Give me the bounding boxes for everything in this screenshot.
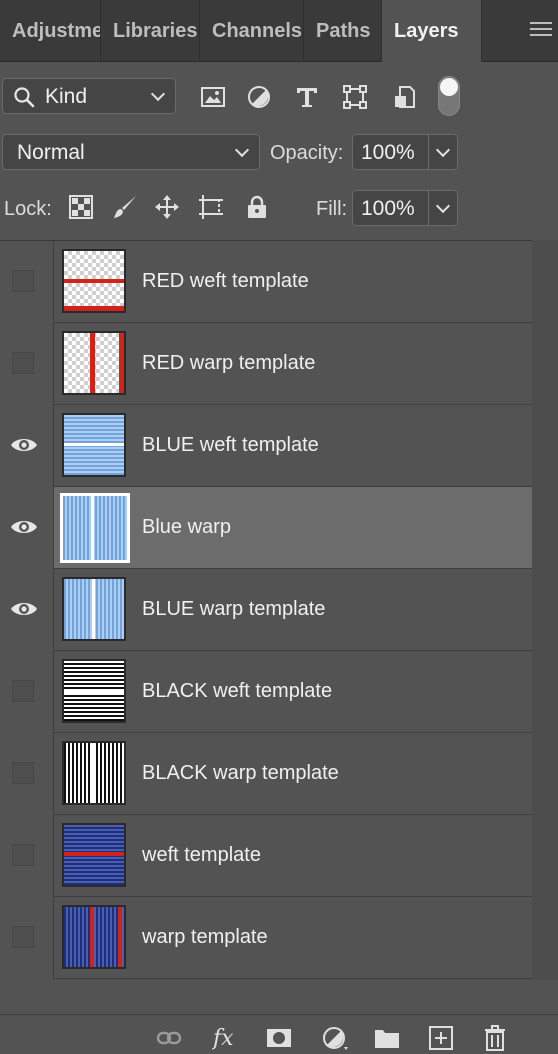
visibility-empty-box xyxy=(12,762,34,784)
lock-label: Lock: xyxy=(4,198,52,220)
layer-name[interactable]: BLACK weft template xyxy=(142,680,332,703)
layer-visibility-toggle[interactable] xyxy=(0,323,54,405)
layer-visibility-toggle[interactable] xyxy=(0,897,54,979)
opacity-input[interactable]: 100% xyxy=(352,134,428,170)
layer-thumbnail[interactable] xyxy=(62,905,126,969)
layers-scrollbar[interactable] xyxy=(532,240,558,980)
search-icon xyxy=(14,87,35,108)
lock-image-pixels-icon[interactable] xyxy=(112,194,138,220)
lock-all-icon[interactable] xyxy=(244,194,270,220)
layer-visibility-toggle[interactable] xyxy=(0,241,54,323)
layer-row[interactable]: BLACK weft template xyxy=(0,651,532,733)
layer-thumbnail[interactable] xyxy=(62,577,126,641)
layer-row[interactable]: RED warp template xyxy=(0,323,532,405)
layer-visibility-toggle[interactable] xyxy=(0,651,54,733)
new-adjustment-layer-icon[interactable] xyxy=(322,1025,348,1051)
tab-adjustments[interactable]: Adjustments xyxy=(0,0,101,62)
layer-row[interactable]: BLACK warp template xyxy=(0,733,532,815)
panel-tab-bar: Adjustments Libraries Channels Paths Lay… xyxy=(0,0,558,62)
layer-name[interactable]: RED warp template xyxy=(142,352,315,375)
layers-list: RED weft template RED warp template BLUE w… xyxy=(0,240,532,980)
layer-thumbnail[interactable] xyxy=(60,493,130,563)
tab-label: Libraries xyxy=(113,20,198,42)
visibility-empty-box xyxy=(12,844,34,866)
adjustment-layer-filter-icon[interactable] xyxy=(246,84,272,110)
layer-visibility-toggle[interactable] xyxy=(0,405,54,487)
filter-toggle-knob xyxy=(440,78,458,96)
tab-paths[interactable]: Paths xyxy=(304,0,382,62)
visibility-empty-box xyxy=(12,270,34,292)
lock-position-icon[interactable] xyxy=(154,194,180,220)
layer-name[interactable]: weft template xyxy=(142,844,261,867)
opacity-label: Opacity: xyxy=(270,142,344,164)
filter-kind-select[interactable]: Kind xyxy=(2,78,176,114)
visibility-empty-box xyxy=(12,680,34,702)
tab-label: Layers xyxy=(394,20,459,42)
layer-thumbnail[interactable] xyxy=(62,249,126,313)
layer-name[interactable]: BLACK warp template xyxy=(142,762,339,785)
tab-layers[interactable]: Layers xyxy=(382,0,482,62)
layer-thumbnail[interactable] xyxy=(62,331,126,395)
visibility-empty-box xyxy=(12,926,34,948)
fill-dropdown[interactable] xyxy=(428,190,458,226)
add-mask-icon[interactable] xyxy=(266,1025,292,1051)
layer-name[interactable]: warp template xyxy=(142,926,268,949)
eye-icon xyxy=(11,439,37,451)
lock-artboard-icon[interactable] xyxy=(198,194,224,220)
layer-visibility-toggle[interactable] xyxy=(0,569,54,651)
layer-row[interactable]: weft template xyxy=(0,815,532,897)
link-layers-icon[interactable] xyxy=(156,1025,182,1051)
blend-mode-label: Normal xyxy=(17,141,85,164)
tab-libraries[interactable]: Libraries xyxy=(101,0,200,62)
layer-name[interactable]: BLUE warp template xyxy=(142,598,325,621)
layer-row[interactable]: BLUE warp template xyxy=(0,569,532,651)
filter-toggle[interactable] xyxy=(438,76,460,116)
layer-thumbnail[interactable] xyxy=(62,741,126,805)
delete-layer-icon[interactable] xyxy=(482,1025,508,1051)
layer-thumbnail[interactable] xyxy=(62,413,126,477)
smart-object-filter-icon[interactable] xyxy=(392,84,418,110)
eye-icon xyxy=(11,603,37,615)
layer-thumbnail[interactable] xyxy=(62,659,126,723)
panel-menu-icon[interactable] xyxy=(530,22,552,40)
eye-icon xyxy=(11,521,37,533)
layer-name[interactable]: RED weft template xyxy=(142,270,309,293)
fill-label: Fill: xyxy=(316,198,348,220)
lock-transparent-pixels-icon[interactable] xyxy=(68,194,94,220)
visibility-empty-box xyxy=(12,352,34,374)
chevron-down-icon xyxy=(435,142,451,158)
filter-kind-label: Kind xyxy=(45,85,88,108)
layer-row[interactable]: warp template xyxy=(0,897,532,979)
shape-layer-filter-icon[interactable] xyxy=(342,84,368,110)
layer-name[interactable]: Blue warp xyxy=(142,516,231,539)
layer-row[interactable]: BLUE weft template xyxy=(0,405,532,487)
layer-thumbnail[interactable] xyxy=(62,823,126,887)
tab-channels[interactable]: Channels xyxy=(200,0,304,62)
layer-row[interactable]: Blue warp xyxy=(0,487,532,569)
layer-visibility-toggle[interactable] xyxy=(0,487,54,569)
svg-text:fx: fx xyxy=(212,1026,234,1051)
chevron-down-icon xyxy=(150,86,166,102)
layers-bottom-bar: fx xyxy=(0,1014,558,1054)
tab-label: Adjustments xyxy=(12,20,101,42)
chevron-down-icon xyxy=(234,142,250,158)
chevron-down-icon xyxy=(435,198,451,214)
layer-visibility-toggle[interactable] xyxy=(0,733,54,815)
blend-mode-select[interactable]: Normal xyxy=(2,134,260,170)
layer-name[interactable]: BLUE weft template xyxy=(142,434,319,457)
tab-label: Paths xyxy=(316,20,371,42)
opacity-dropdown[interactable] xyxy=(428,134,458,170)
tab-label: Channels xyxy=(212,20,303,42)
type-layer-filter-icon[interactable] xyxy=(294,84,320,110)
new-group-icon[interactable] xyxy=(374,1025,400,1051)
new-layer-icon[interactable] xyxy=(428,1025,454,1051)
fill-input[interactable]: 100% xyxy=(352,190,428,226)
pixel-layer-filter-icon[interactable] xyxy=(200,84,226,110)
layer-row[interactable]: RED weft template xyxy=(0,241,532,323)
layer-visibility-toggle[interactable] xyxy=(0,815,54,897)
fx-icon[interactable]: fx xyxy=(212,1025,242,1051)
